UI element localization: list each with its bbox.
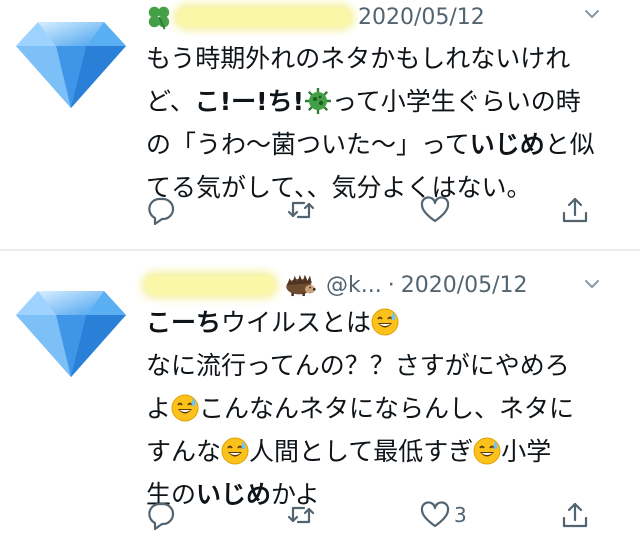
- text-bold-run: こーち: [146, 308, 222, 337]
- text-line: なに流行ってんの？？さすがにやめろ: [146, 351, 570, 380]
- tweet-actions: 3: [146, 497, 606, 533]
- grinning-sweat-icon: [171, 394, 199, 422]
- reply-button[interactable]: [146, 497, 176, 533]
- chevron-down-icon[interactable]: [582, 274, 602, 294]
- timestamp[interactable]: 2020/05/12: [401, 273, 528, 298]
- text-run: 小学: [501, 437, 552, 466]
- share-button[interactable]: [560, 497, 590, 533]
- like-count: 3: [454, 503, 467, 527]
- heart-icon: [420, 500, 450, 530]
- avatar[interactable]: [8, 261, 134, 387]
- text-run: 人間として最低すぎ: [249, 437, 474, 466]
- text-run: よ: [146, 394, 172, 423]
- separator: ·: [387, 272, 395, 298]
- tweet[interactable]: @k... · 2020/05/12 こーちウイルスとは なに流行ってんの？？さ…: [0, 0, 640, 535]
- grinning-sweat-icon: [371, 308, 399, 336]
- share-icon: [560, 500, 590, 530]
- text-run: ウイルスとは: [221, 308, 372, 337]
- like-button[interactable]: 3: [420, 497, 467, 533]
- reply-icon: [146, 500, 176, 530]
- retweet-icon: [286, 500, 316, 530]
- grinning-sweat-icon: [473, 437, 501, 465]
- display-name-redacted[interactable]: [146, 276, 274, 294]
- tweet-header: @k... · 2020/05/12: [146, 268, 528, 302]
- hedgehog-icon: [282, 272, 316, 298]
- grinning-sweat-icon: [221, 437, 249, 465]
- handle[interactable]: @k...: [326, 273, 382, 298]
- retweet-button[interactable]: [286, 497, 316, 533]
- text-run: すんな: [146, 437, 222, 466]
- text-run: こんなんネタにならんし、ネタに: [199, 394, 575, 423]
- diamond-icon: [8, 261, 134, 387]
- tweet-text: こーちウイルスとは なに流行ってんの？？さすがにやめろ よこんなんネタにならんし…: [146, 301, 626, 516]
